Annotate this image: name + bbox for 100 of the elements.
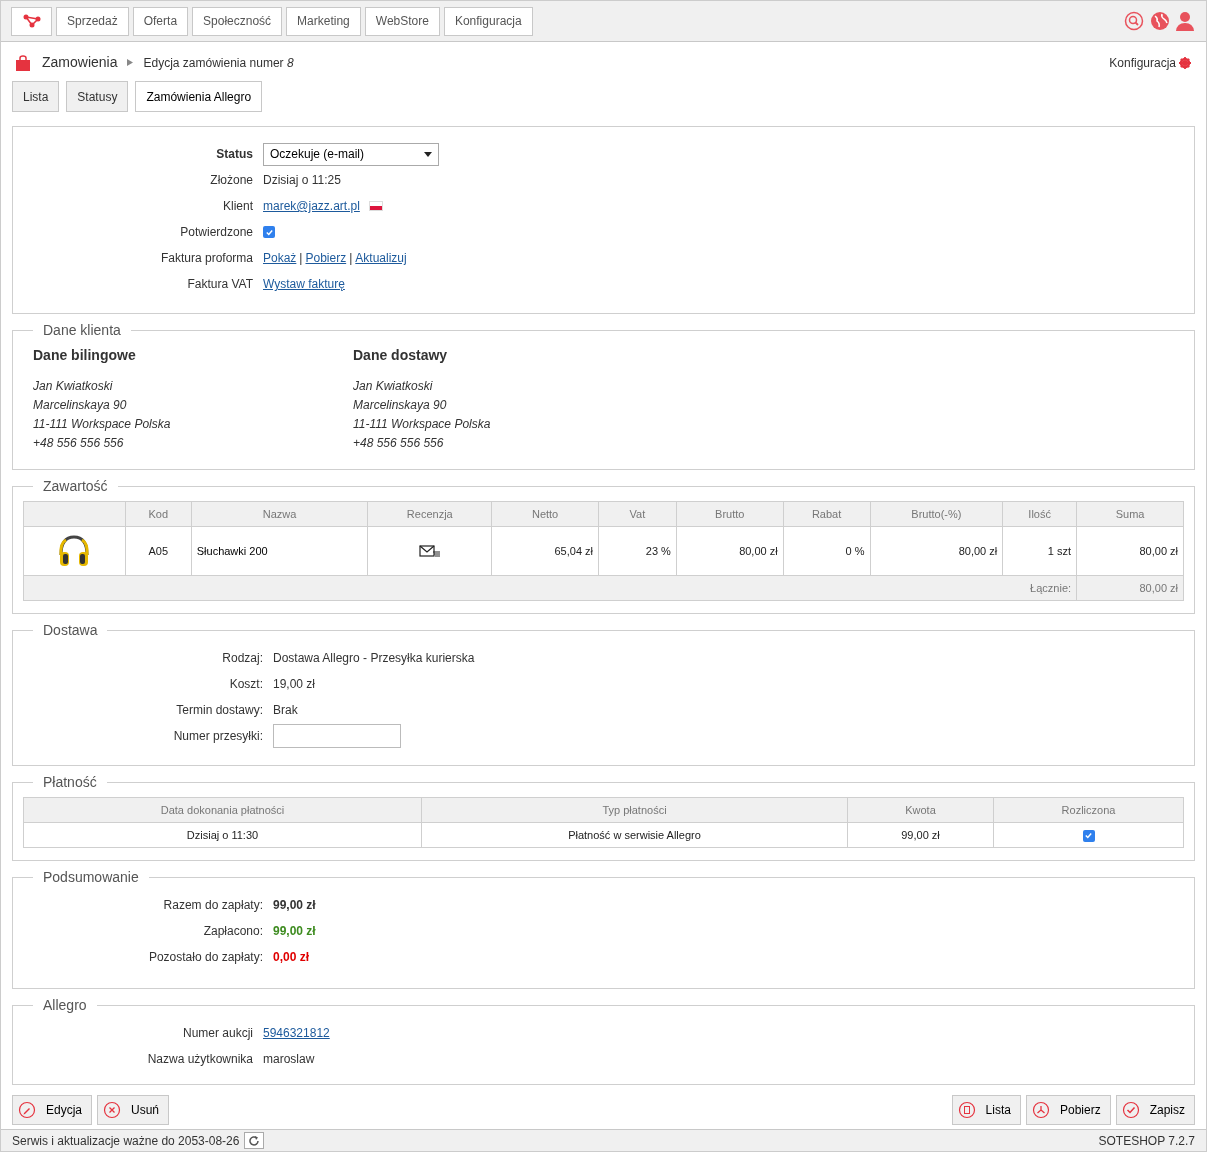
product-name-cell: Słuchawki 200: [191, 526, 368, 576]
field-label: Razem do zapłaty:: [162, 897, 264, 914]
column-header: Ilość: [1002, 501, 1077, 527]
table-cell: Płatność w serwisie Allegro: [421, 822, 848, 848]
breadcrumb-arrow-icon: [127, 59, 134, 66]
action-button[interactable]: Usuń: [97, 1095, 170, 1125]
flag-icon: [368, 201, 383, 211]
column-header: Brutto: [676, 501, 784, 527]
total-label: Łącznie:: [23, 575, 1077, 601]
column-header: Recenzja: [367, 501, 492, 527]
nav-button[interactable]: Marketing: [286, 6, 361, 36]
review-mail-icon[interactable]: [418, 544, 441, 558]
version-text: SOTESHOP 7.2.7: [1098, 1132, 1195, 1150]
service-text: Serwis i aktualizacje ważne do 2053-08-26: [12, 1132, 240, 1150]
column-header: Data dokonania płatności: [23, 797, 422, 823]
tracking-number-input[interactable]: [273, 724, 401, 748]
field-label: Numer aukcji: [181, 1025, 254, 1042]
address-line: Jan Kwiatkoski: [353, 378, 434, 394]
table-cell: 99,00 zł: [847, 822, 994, 848]
section-heading[interactable]: Zamowienia: [42, 52, 118, 73]
field-label: Potwierdzone: [179, 224, 254, 241]
invoice-link[interactable]: Pokaż: [263, 249, 297, 267]
gear-icon[interactable]: [1179, 56, 1191, 69]
address-line: 11-111 Workspace Polska: [353, 416, 492, 432]
tab[interactable]: Zamówienia Allegro: [135, 81, 263, 112]
status-select[interactable]: Oczekuje (e-mail): [263, 142, 439, 166]
field-label: Numer przesyłki:: [172, 728, 264, 745]
user-icon[interactable]: [1176, 11, 1194, 31]
search-icon[interactable]: [1124, 11, 1144, 31]
page-title: Edycja zamówienia numer 8: [143, 54, 294, 72]
table-cell: 23 %: [598, 526, 677, 576]
table-cell: A05: [125, 526, 192, 576]
table-cell: 1 szt: [1002, 526, 1077, 576]
email-link[interactable]: marek@jazz.art.pl: [263, 197, 360, 215]
field-label: Nazwa użytkownika: [146, 1051, 254, 1068]
field-label: Faktura proforma: [159, 250, 254, 267]
field-value: maroslaw: [263, 1051, 315, 1068]
edit-icon: [18, 1101, 36, 1119]
address-line: Jan Kwiatkoski: [33, 378, 114, 394]
separator: |: [299, 250, 303, 267]
refresh-button[interactable]: [244, 1132, 265, 1149]
checkbox[interactable]: [1082, 829, 1095, 842]
table-cell: 80,00 zł: [870, 526, 1003, 576]
table-cell: 65,04 zł: [491, 526, 599, 576]
field-value: Dzisiaj o 11:25: [263, 172, 341, 189]
bag-icon: [16, 54, 30, 71]
invoice-link[interactable]: Wystaw fakturę: [263, 275, 345, 293]
auction-link[interactable]: 5946321812: [263, 1024, 330, 1042]
delete-icon: [103, 1101, 122, 1119]
separator: |: [349, 250, 353, 267]
action-button[interactable]: Lista: [951, 1095, 1021, 1125]
table-cell: 0 %: [783, 526, 870, 576]
action-button[interactable]: Pobierz: [1025, 1095, 1111, 1125]
total-value: 80,00 zł: [1076, 575, 1184, 601]
table-cell: 80,00 zł: [1076, 526, 1184, 576]
table-cell: Dzisiaj o 11:30: [23, 822, 422, 848]
field-label: Zapłacono:: [202, 923, 264, 940]
address-line: Marcelinskaya 90: [353, 397, 448, 413]
address-line: 11-111 Workspace Polska: [33, 416, 172, 432]
field-label: Pozostało do zapłaty:: [147, 949, 264, 966]
logo-button[interactable]: [11, 6, 52, 36]
address-line: Marcelinskaya 90: [33, 397, 128, 413]
table-cell: 80,00 zł: [676, 526, 784, 576]
column-header: Suma: [1076, 501, 1184, 527]
field-label: Rodzaj:: [221, 650, 264, 667]
column-header: Rabat: [783, 501, 870, 527]
column-header: Nazwa: [191, 501, 368, 527]
nav-button[interactable]: Społeczność: [192, 6, 283, 36]
refresh-icon: [248, 1134, 261, 1147]
checkbox[interactable]: [263, 226, 275, 238]
nav-button[interactable]: Sprzedaż: [56, 6, 129, 36]
address-line: +48 556 556 556: [353, 435, 445, 451]
nav-button[interactable]: Oferta: [132, 6, 189, 36]
action-button[interactable]: Edycja: [12, 1095, 93, 1125]
logo-icon: [22, 14, 41, 28]
column-header: Vat: [598, 501, 677, 527]
amount-value: 99,00 zł: [273, 897, 316, 914]
amount-value: 0,00 zł: [273, 949, 310, 966]
invoice-link[interactable]: Pobierz: [305, 249, 347, 267]
action-button[interactable]: Zapisz: [1115, 1095, 1195, 1125]
globe-icon[interactable]: [1150, 11, 1170, 31]
nav-button[interactable]: Konfiguracja: [443, 6, 533, 36]
caret-icon: [424, 151, 432, 157]
column-header: Brutto(-%): [870, 501, 1003, 527]
nav-button[interactable]: WebStore: [364, 6, 440, 36]
invoice-link[interactable]: Aktualizuj: [355, 249, 407, 267]
amount-value: 99,00 zł: [273, 923, 316, 940]
tab[interactable]: Lista: [12, 81, 60, 112]
field-label: Złożone: [209, 172, 254, 189]
download-icon: [1031, 1101, 1050, 1119]
list-icon: [957, 1101, 976, 1119]
tab[interactable]: Statusy: [66, 81, 129, 112]
column-header: Kod: [125, 501, 192, 527]
field-value: 19,00 zł: [273, 676, 316, 693]
section-title: Allegro: [33, 996, 97, 1014]
column-header: Netto: [491, 501, 599, 527]
field-label: Faktura VAT: [186, 276, 254, 293]
address-heading: Dane bilingowe: [33, 346, 137, 365]
config-link[interactable]: Konfiguracja: [1109, 53, 1176, 72]
column-header: Kwota: [847, 797, 994, 823]
